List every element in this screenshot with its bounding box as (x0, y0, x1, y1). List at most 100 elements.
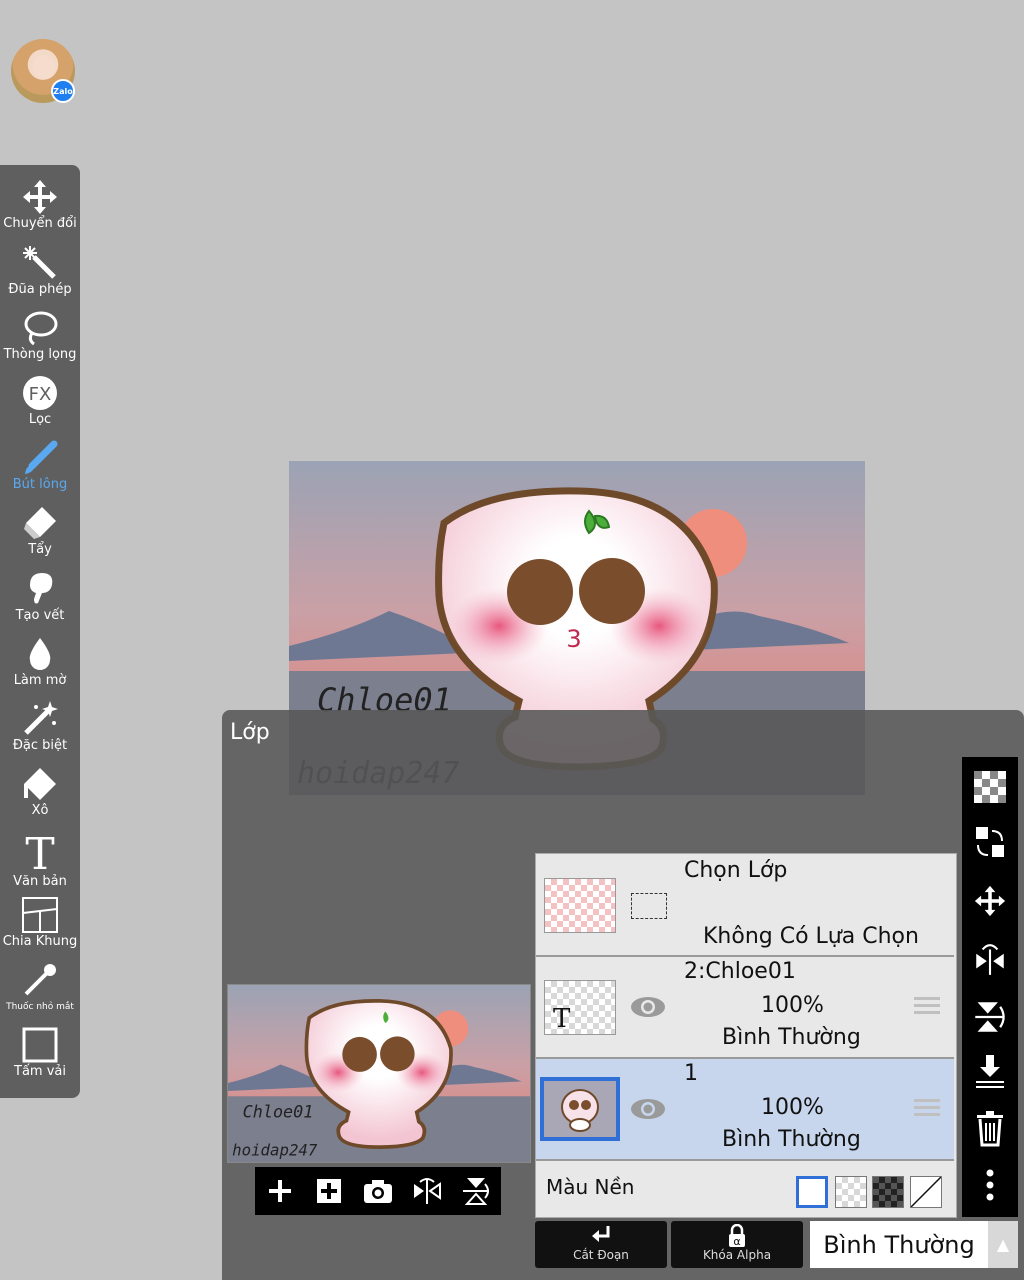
eraser-icon (24, 507, 56, 539)
tool-label: Chia Khung (2, 934, 78, 949)
layer-row[interactable]: T 2:Chloe01 100% Bình Thường (536, 957, 954, 1059)
text-icon: T (25, 831, 54, 873)
move-icon (974, 885, 1006, 917)
svg-text:α: α (733, 1235, 740, 1248)
drag-handle-icon[interactable] (914, 1099, 940, 1119)
tool-eyedropper[interactable]: Thuốc nhỏ mắt (0, 962, 80, 1026)
tool-brush[interactable]: Bút lông (0, 440, 80, 504)
tool-eraser[interactable]: Tẩy (0, 505, 80, 569)
transparency-button[interactable] (970, 767, 1010, 807)
flip-horizontal-icon (976, 944, 1004, 975)
tool-label: Xô (31, 803, 49, 818)
mouth-mark: 3 (566, 625, 581, 653)
background-label: Màu Nền (546, 1175, 635, 1199)
selection-row-status: Không Có Lựa Chọn (703, 924, 919, 949)
blur-drop-icon (29, 638, 51, 670)
swap-layers-button[interactable] (970, 823, 1010, 863)
tool-magic-wand[interactable]: Đũa phép (0, 245, 80, 309)
fx-filter-icon: FX (23, 376, 57, 410)
alpha-lock-label: Khóa Alpha (702, 1248, 772, 1262)
move-layer-button[interactable] (970, 881, 1010, 921)
tool-label: Tẩy (28, 542, 52, 557)
layer-blend-mode: Bình Thường (722, 1127, 861, 1152)
bucket-icon (24, 768, 56, 800)
layer-side-toolbar (962, 757, 1018, 1217)
tool-label: Thuốc nhỏ mắt (6, 1002, 74, 1012)
tool-smudge[interactable]: Tạo vết (0, 571, 80, 635)
flip-horizontal-icon (414, 1178, 442, 1204)
delete-layer-button[interactable] (970, 1109, 1010, 1149)
blend-mode-arrow-icon[interactable]: ▲ (988, 1221, 1018, 1268)
layer-opacity: 100% (761, 993, 824, 1018)
tool-lasso[interactable]: Thòng lọng (0, 310, 80, 374)
tool-text[interactable]: T Văn bản (0, 831, 80, 895)
zalo-badge: Zalo (51, 79, 75, 103)
drag-handle-icon[interactable] (914, 997, 940, 1017)
special-wand-icon (24, 701, 58, 735)
tool-label: Văn bản (13, 874, 67, 889)
background-color-row: Màu Nền (536, 1161, 954, 1215)
tool-filter[interactable]: FX Lọc (0, 375, 80, 439)
flip-vertical-button[interactable] (456, 1171, 496, 1211)
camera-icon (363, 1180, 392, 1203)
swap-icon (976, 827, 1004, 857)
flip-vertical-icon (463, 1178, 490, 1205)
tool-canvas[interactable]: Tấm vải (0, 1027, 80, 1091)
move-icon (23, 180, 57, 214)
clip-arrow-icon (592, 1226, 610, 1242)
selection-layer-row[interactable]: Chọn Lớp Không Có Lựa Chọn (536, 854, 954, 957)
visibility-eye-icon[interactable] (630, 1097, 666, 1121)
lock-icon: α (729, 1224, 745, 1248)
merge-down-button[interactable] (970, 1051, 1010, 1091)
more-vertical-icon (986, 1169, 994, 1201)
layer-row-selected[interactable]: 1 100% Bình Thường (536, 1059, 954, 1161)
tool-special[interactable]: Đặc biệt (0, 701, 80, 765)
more-options-button[interactable] (970, 1165, 1010, 1205)
alpha-lock-button[interactable]: α Khóa Alpha (671, 1221, 803, 1268)
frame-divider-icon (22, 897, 58, 933)
tool-label: Tạo vết (15, 608, 65, 623)
preview-text-watermark: hoidap247 (232, 1141, 318, 1160)
selection-row-title: Chọn Lớp (684, 858, 788, 883)
clipping-label: Cắt Đoạn (573, 1248, 629, 1262)
smudge-icon (30, 573, 53, 604)
add-image-layer-button[interactable] (309, 1171, 349, 1211)
preview-text-chloe: Chloe01 (243, 1101, 314, 1121)
bg-transparent-swatch[interactable] (835, 1176, 867, 1208)
bg-none-swatch[interactable] (910, 1176, 942, 1208)
layer-list: Chọn Lớp Không Có Lựa Chọn T 2:Chloe01 1… (535, 853, 957, 1218)
blend-mode-select[interactable]: Bình Thường (810, 1221, 988, 1268)
tool-label: Lọc (28, 412, 52, 427)
tool-bucket[interactable]: Xô (0, 766, 80, 830)
merge-down-icon (976, 1055, 1004, 1088)
tool-label: Đặc biệt (12, 738, 68, 753)
clipping-button[interactable]: Cắt Đoạn (535, 1221, 667, 1268)
layer-thumbnail: T (544, 980, 616, 1035)
bg-white-swatch[interactable] (796, 1176, 828, 1208)
flip-horizontal-layer-button[interactable] (970, 939, 1010, 979)
trash-icon (977, 1111, 1003, 1147)
plus-icon (268, 1180, 291, 1202)
layer-name: 2:Chloe01 (684, 959, 796, 984)
text-layer-icon: T (553, 1004, 571, 1034)
selection-marquee-icon (631, 893, 667, 919)
canvas-icon (22, 1027, 58, 1063)
tool-label: Thòng lọng (3, 347, 77, 362)
eyedropper-icon (24, 964, 56, 996)
add-layer-button[interactable] (260, 1171, 300, 1211)
layer-blend-mode: Bình Thường (722, 1025, 861, 1050)
lasso-icon (24, 311, 58, 346)
tool-blur[interactable]: Làm mờ (0, 636, 80, 700)
bg-dark-checker-swatch[interactable] (872, 1176, 904, 1208)
svg-text:T: T (25, 831, 54, 873)
visibility-eye-icon[interactable] (630, 995, 666, 1019)
flip-vertical-layer-button[interactable] (970, 997, 1010, 1037)
tool-frame-divider[interactable]: Chia Khung (0, 897, 80, 961)
canvas-preview[interactable]: Chloe01 hoidap247 (227, 984, 531, 1163)
user-avatar[interactable]: Zalo (11, 39, 75, 103)
tool-transform[interactable]: Chuyển đổi (0, 179, 80, 243)
camera-button[interactable] (358, 1171, 398, 1211)
brush-icon (25, 440, 58, 474)
selection-thumbnail (544, 878, 616, 933)
flip-horizontal-button[interactable] (407, 1171, 447, 1211)
